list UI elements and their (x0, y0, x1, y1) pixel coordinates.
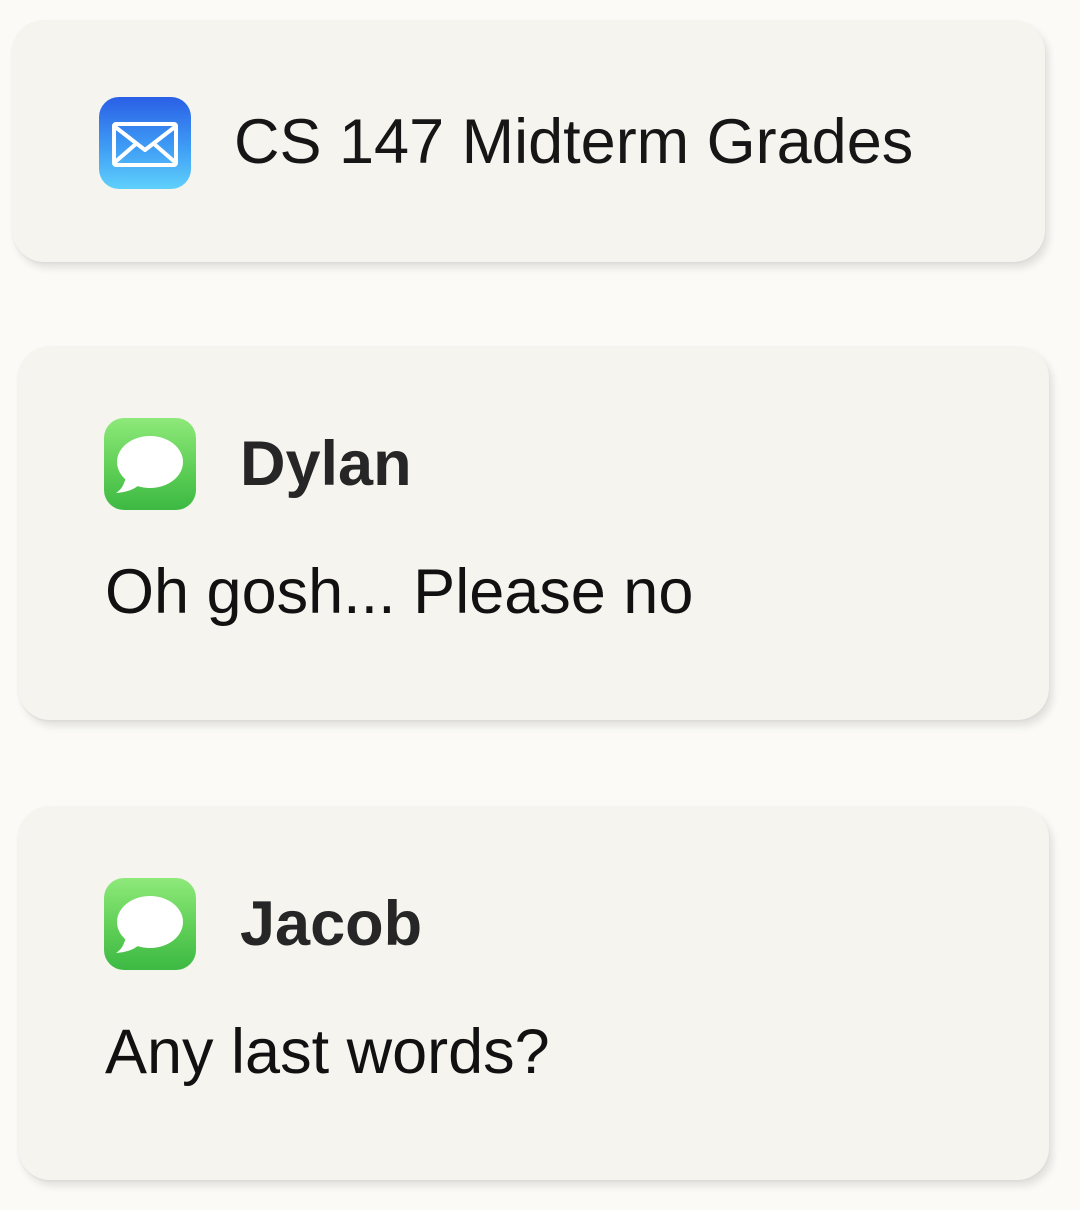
sender-name: Dylan (240, 429, 412, 499)
sender-name: Jacob (240, 889, 423, 959)
mail-icon (99, 97, 191, 189)
messages-icon (104, 418, 196, 510)
notification-mail[interactable]: CS 147 Midterm Grades (12, 20, 1045, 262)
notification-message-jacob[interactable]: Jacob Any last words? (18, 806, 1049, 1180)
notification-title: CS 147 Midterm Grades (234, 107, 914, 177)
message-preview: Oh gosh... Please no (105, 557, 694, 627)
messages-icon (104, 878, 196, 970)
notification-message-dylan[interactable]: Dylan Oh gosh... Please no (18, 346, 1049, 720)
message-preview: Any last words? (105, 1017, 550, 1087)
